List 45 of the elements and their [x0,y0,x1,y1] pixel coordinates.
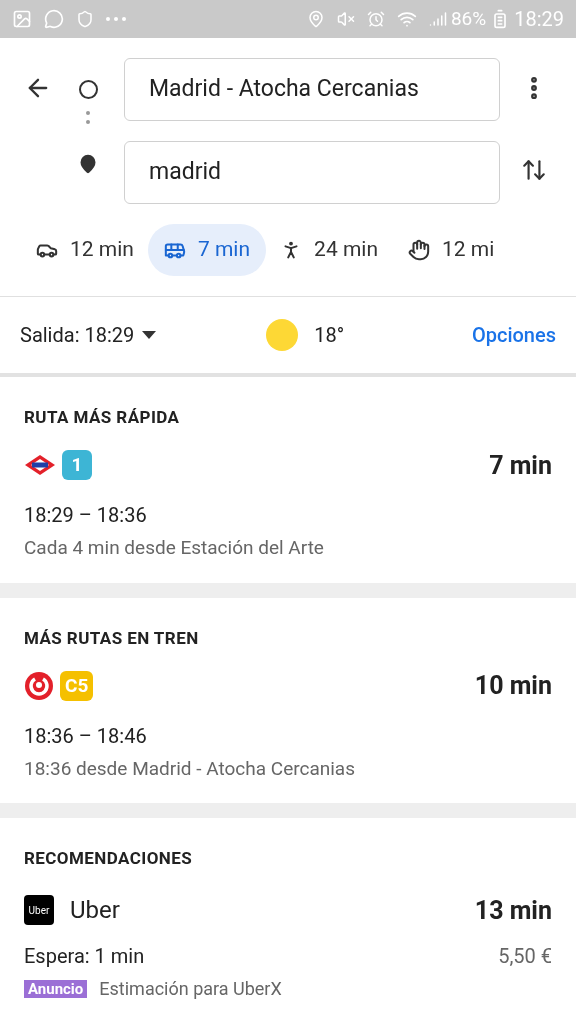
route-option[interactable]: C5 10 min 18:36 – 18:46 18:36 desde Madrid - Atocha Cercanias [24,667,552,783]
train-logo-icon [24,670,54,701]
departure-time-dropdown[interactable]: Salida: 18:29 [20,320,157,350]
section-heading: RECOMENDACIONES [24,847,194,870]
provider-name: Uber [70,895,120,927]
travel-mode-tab[interactable]: 12 mi [408,234,495,266]
route-dots-icon [86,111,90,124]
signal-icon [428,10,447,28]
travel-mode-tab[interactable]: 12 min [36,234,134,266]
alarm-icon [366,10,385,28]
travel-mode-tab[interactable]: 7 min [147,224,267,276]
sun-weather-icon [266,319,299,351]
route-times: 18:36 – 18:46 [24,722,148,750]
price: 5,50 € [498,943,552,970]
uber-logo: Uber [24,895,54,926]
metro-logo-icon [24,454,56,477]
more-notifications-icon [106,17,126,21]
section-heading: MÁS RUTAS EN TREN [24,626,200,650]
location-icon [306,10,325,28]
mute-icon [336,10,355,28]
chat-icon [44,9,64,29]
temperature: 18° [314,322,345,349]
route-option[interactable]: 1 7 min 18:29 – 18:36 Cada 4 min desde Estación del Arte [24,446,552,563]
shield-icon [76,10,94,28]
swap-button[interactable] [521,157,547,183]
gallery-icon [12,9,32,29]
wifi-icon [396,9,417,29]
line-badge: 1 [62,450,92,481]
route-duration: 10 min [474,670,552,702]
ad-description: Estimación para UberX [99,979,282,999]
origin-field[interactable]: Madrid - Atocha Cercanias [124,58,500,121]
ad-label: Anuncio [24,980,88,998]
ride-duration: 13 min [474,894,552,927]
route-detail: Cada 4 min desde Estación del Arte [24,535,325,561]
route-duration: 7 min [489,449,552,482]
wait-time: Espera: 1 min [24,943,145,970]
dropdown-caret-icon [142,331,157,339]
section-heading: RUTA MÁS RÁPIDA [24,406,181,429]
travel-mode-tab[interactable]: 24 min [280,234,378,266]
route-detail: 18:36 desde Madrid - Atocha Cercanias [24,755,356,782]
line-badge: C5 [60,670,94,701]
route-times: 18:29 – 18:36 [24,502,148,529]
destination-pin-icon [78,154,98,174]
destination-field[interactable]: madrid [124,141,500,204]
options-link[interactable]: Opciones [471,320,556,350]
